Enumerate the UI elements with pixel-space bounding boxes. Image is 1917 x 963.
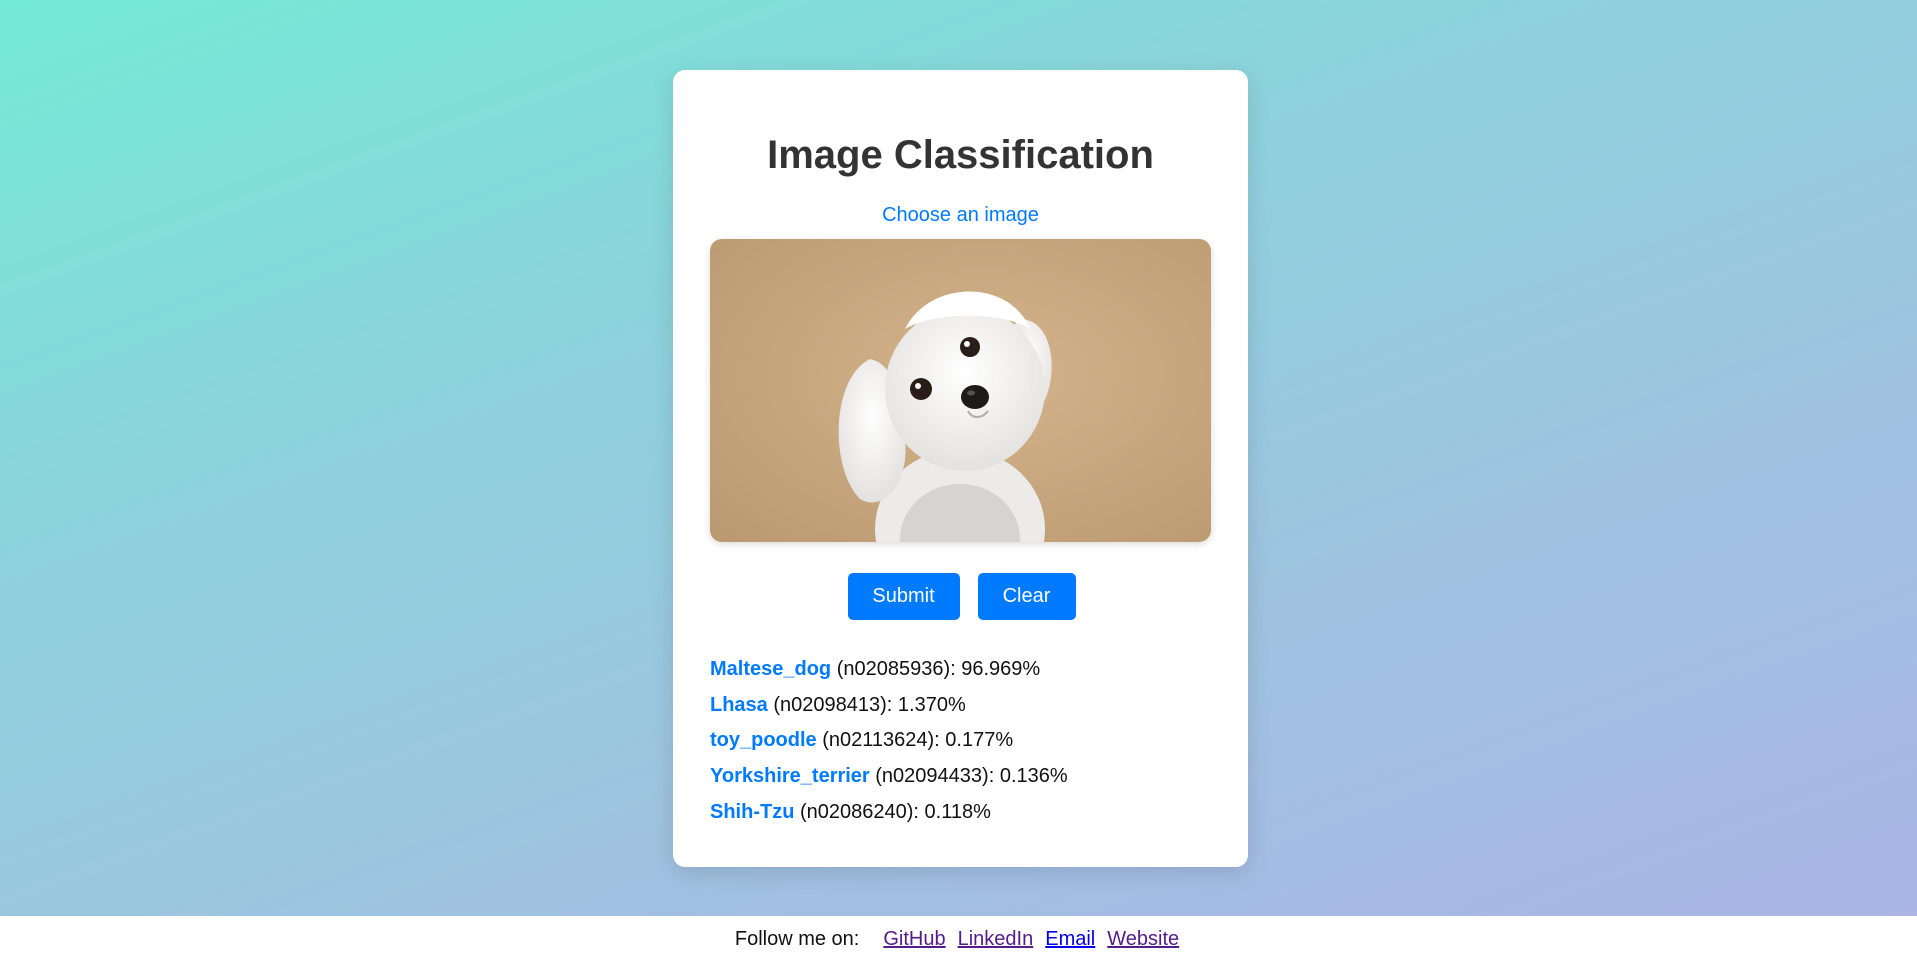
prediction-label: Lhasa	[710, 693, 768, 716]
prediction-detail: (n02085936): 96.969%	[831, 658, 1041, 680]
page-title: Image Classification	[767, 133, 1154, 177]
classifier-card: Image Classification Choose an image Sub…	[673, 70, 1248, 867]
github-link[interactable]: GitHub	[883, 928, 945, 951]
prediction-detail: (n02086240): 0.118%	[794, 800, 991, 823]
prediction-item: Shih-Tzu (n02086240): 0.118%	[710, 795, 1068, 831]
action-buttons: Submit Clear	[673, 573, 1248, 620]
website-link[interactable]: Website	[1107, 928, 1179, 951]
email-link[interactable]: Email	[1045, 928, 1095, 951]
dog-photo	[710, 239, 1211, 542]
submit-button[interactable]: Submit	[847, 573, 960, 620]
prediction-detail: (n02098413): 1.370%	[767, 693, 966, 716]
prediction-item: toy_poodle (n02113624): 0.177%	[710, 723, 1068, 759]
prediction-label: Shih-Tzu	[710, 800, 795, 823]
prediction-item: Yorkshire_terrier (n02094433): 0.136%	[710, 759, 1068, 795]
prediction-detail: (n02094433): 0.136%	[869, 765, 1068, 788]
prediction-label: toy_poodle	[710, 729, 817, 752]
choose-image-link[interactable]: Choose an image	[673, 204, 1248, 227]
prediction-detail: (n02113624): 0.177%	[816, 729, 1014, 752]
clear-button[interactable]: Clear	[977, 573, 1076, 620]
prediction-item: Maltese_dog (n02085936): 96.969%	[710, 652, 1068, 688]
prediction-list: Maltese_dog (n02085936): 96.969% Lhasa (…	[710, 652, 1068, 830]
image-preview	[710, 239, 1211, 542]
follow-text: Follow me on:	[734, 928, 860, 950]
prediction-item: Lhasa (n02098413): 1.370%	[710, 688, 1068, 724]
prediction-label: Maltese_dog	[710, 658, 832, 680]
linkedin-link[interactable]: LinkedIn	[958, 928, 1034, 951]
prediction-label: Yorkshire_terrier	[710, 765, 870, 788]
footer: Follow me on: GitHub LinkedIn Email Webs…	[0, 916, 1917, 963]
